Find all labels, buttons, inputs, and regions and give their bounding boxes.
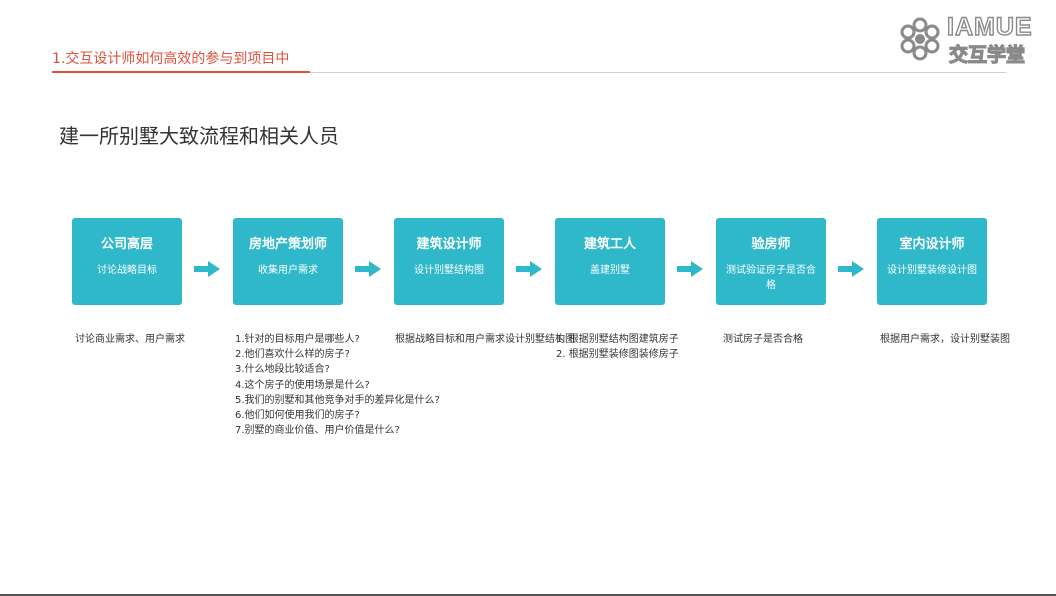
description-line: 2. 根据别墅装修图装修房子 — [556, 349, 679, 361]
step-box-interior-designer: 室内设计师 设计别墅装修设计图 — [877, 218, 987, 305]
description-line: 根据用户需求，设计别墅装图 — [880, 334, 1010, 345]
step-subtitle: 测试验证房子是否合格 — [726, 265, 816, 291]
step-subtitle: 设计别墅装修设计图 — [887, 265, 977, 276]
arrow-right-icon — [355, 261, 381, 277]
description-line: 4.这个房子的使用场景是什么? — [235, 379, 370, 391]
header-divider — [310, 72, 1006, 73]
description-line: 1. 根据别墅结构图建筑房子 — [556, 334, 679, 345]
step-description-planner: 1.针对的目标用户是哪些人? 2.他们喜欢什么样的房子? 3.什么地段比较适合?… — [235, 332, 440, 438]
logo-text-cn: 交互学堂 — [948, 43, 1026, 66]
step-description-architect: 根据战略目标和用户需求设计别墅结构图 — [395, 332, 575, 347]
description-line: 6.他们如何使用我们的房子? — [235, 410, 360, 422]
step-title: 房地产策划师 — [248, 237, 327, 252]
description-line: 测试房子是否合格 — [723, 334, 803, 345]
step-description-executives: 讨论商业需求、用户需求 — [75, 332, 185, 347]
arrow-right-icon — [677, 261, 703, 277]
step-title: 建筑工人 — [583, 237, 636, 252]
step-subtitle: 讨论战略目标 — [97, 265, 157, 276]
step-description-inspector: 测试房子是否合格 — [723, 332, 803, 347]
step-description-workers: 1. 根据别墅结构图建筑房子 2. 根据别墅装修图装修房子 — [556, 332, 679, 362]
page-title: 建一所别墅大致流程和相关人员 — [59, 124, 339, 148]
step-title: 公司高层 — [100, 237, 153, 252]
step-title: 室内设计师 — [899, 237, 965, 252]
section-title: 1.交互设计师如何高效的参与到项目中 — [52, 51, 290, 67]
step-title: 建筑设计师 — [416, 237, 482, 252]
description-line: 5.我们的别墅和其他竞争对手的差异化是什么? — [235, 394, 440, 406]
step-description-interior-designer: 根据用户需求，设计别墅装图 — [880, 332, 1010, 347]
section-title-underline — [52, 71, 310, 73]
description-line: 2.他们喜欢什么样的房子? — [235, 349, 350, 361]
arrow-right-icon — [838, 261, 864, 277]
flower-ring-icon — [900, 17, 940, 61]
step-box-executives: 公司高层 讨论战略目标 — [72, 218, 182, 305]
arrow-right-icon — [194, 261, 220, 277]
step-box-inspector: 验房师 测试验证房子是否合格 — [716, 218, 826, 305]
step-title: 验房师 — [751, 237, 791, 252]
step-subtitle: 收集用户需求 — [258, 265, 318, 276]
step-subtitle: 盖建别墅 — [590, 265, 630, 276]
description-line: 根据战略目标和用户需求设计别墅结构图 — [395, 334, 575, 345]
step-box-architect: 建筑设计师 设计别墅结构图 — [394, 218, 504, 305]
logo-text-en: IAMUE — [946, 12, 1033, 41]
description-line: 3.什么地段比较适合? — [235, 364, 330, 376]
step-box-workers: 建筑工人 盖建别墅 — [555, 218, 665, 305]
description-line: 讨论商业需求、用户需求 — [75, 334, 185, 345]
description-line: 7.别墅的商业价值、用户价值是什么? — [235, 425, 400, 437]
brand-logo: IAMUE 交互学堂 — [897, 12, 1047, 67]
step-box-planner: 房地产策划师 收集用户需求 — [233, 218, 343, 305]
arrow-right-icon — [516, 261, 542, 277]
step-subtitle: 设计别墅结构图 — [414, 265, 484, 276]
